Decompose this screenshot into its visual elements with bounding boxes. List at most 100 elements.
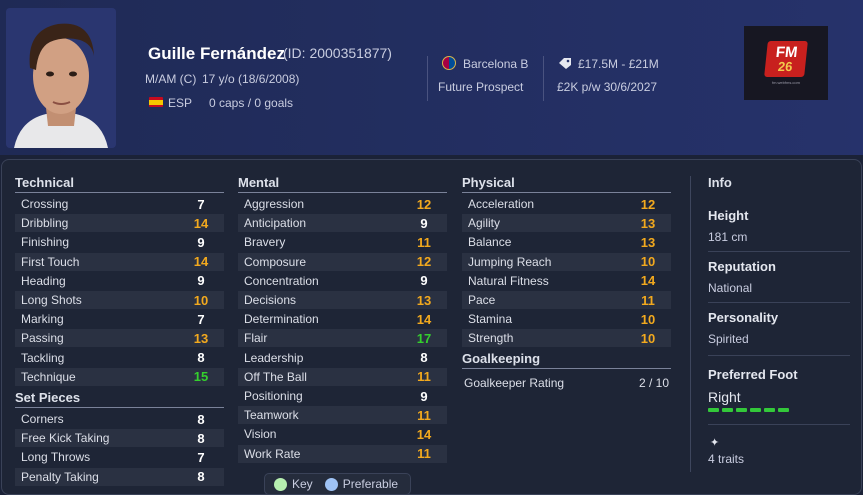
section-goalkeeping: Goalkeeping <box>462 351 541 366</box>
mental-attribute-row[interactable]: Flair 17 <box>238 329 447 348</box>
attribute-value: 8 <box>197 469 205 485</box>
mental-attribute-row[interactable]: Bravery 11 <box>238 233 447 251</box>
mental-attribute-row[interactable]: Leadership 8 <box>238 349 447 367</box>
attribute-name: Off The Ball <box>244 369 307 384</box>
attribute-value: 9 <box>420 215 428 231</box>
physical-attribute-row[interactable]: Natural Fitness 14 <box>462 272 671 290</box>
attribute-name: Long Shots <box>21 293 82 307</box>
set-pieces-attribute-row[interactable]: Long Throws 7 <box>15 448 224 466</box>
foot-strength-bar <box>708 408 789 412</box>
attribute-value: 11 <box>417 369 431 385</box>
attribute-value: 14 <box>640 273 656 289</box>
reputation-label: Reputation <box>708 259 776 274</box>
technical-attribute-row[interactable]: First Touch 14 <box>15 252 224 271</box>
attribute-value: 8 <box>197 430 205 446</box>
attribute-value: 9 <box>420 388 428 404</box>
attribute-name: Natural Fitness <box>468 273 549 288</box>
set-pieces-attribute-row[interactable]: Free Kick Taking 8 <box>15 429 224 448</box>
reputation-value: National <box>708 281 753 295</box>
attribute-name: Long Throws <box>21 450 91 465</box>
attribute-value: 7 <box>197 311 205 327</box>
attribute-name: First Touch <box>21 254 80 269</box>
physical-attribute-row[interactable]: Acceleration 12 <box>462 195 671 213</box>
info-divider <box>690 176 691 472</box>
mental-attribute-row[interactable]: Determination 14 <box>238 310 447 328</box>
traits-link[interactable]: 4 traits <box>708 452 744 466</box>
physical-attribute-row[interactable]: Balance 13 <box>462 233 671 251</box>
attribute-value: 14 <box>193 254 209 270</box>
attribute-value: 9 <box>197 234 205 250</box>
technical-attribute-row[interactable]: Marking 7 <box>15 310 224 328</box>
mental-attribute-row[interactable]: Work Rate 11 <box>238 444 447 463</box>
section-underline <box>238 192 447 193</box>
attribute-legend: Key Preferable <box>264 473 411 495</box>
attribute-name: Marking <box>21 312 64 327</box>
height-value: 181 cm <box>708 230 748 244</box>
section-underline <box>462 192 671 193</box>
attribute-name: Concentration <box>244 273 319 288</box>
physical-attribute-row[interactable]: Jumping Reach 10 <box>462 252 671 271</box>
logo-text: FM <box>774 43 799 61</box>
physical-attribute-row[interactable]: Pace 11 <box>462 291 671 309</box>
technical-attribute-row[interactable]: Finishing 9 <box>15 233 224 251</box>
fm26-logo: FM 26 fm.webfms.com <box>744 26 828 100</box>
logo-url: fm.webfms.com <box>771 80 800 85</box>
section-underline <box>15 192 224 193</box>
mental-attribute-row[interactable]: Vision 14 <box>238 425 447 443</box>
player-nationality[interactable]: ESP <box>168 96 192 110</box>
technical-attribute-row[interactable]: Technique 15 <box>15 367 224 386</box>
attribute-name: Pace <box>468 293 496 307</box>
section-set-pieces: Set Pieces <box>15 390 81 405</box>
header-divider <box>543 56 544 101</box>
preferred-foot-value: Right <box>708 389 741 405</box>
technical-attribute-row[interactable]: Dribbling 14 <box>15 214 224 233</box>
attribute-value: 10 <box>640 311 656 327</box>
attribute-name: Agility <box>468 216 501 231</box>
player-position: M/AM (C) <box>145 72 197 86</box>
attribute-value: 9 <box>197 273 205 289</box>
technical-attribute-row[interactable]: Tackling 8 <box>15 349 224 367</box>
technical-attribute-row[interactable]: Heading 9 <box>15 272 224 290</box>
mental-attribute-row[interactable]: Teamwork 11 <box>238 406 447 425</box>
attribute-value: 7 <box>197 196 205 212</box>
goalkeeper-rating-label: Goalkeeper Rating <box>464 376 565 390</box>
attribute-name: Flair <box>244 331 268 346</box>
key-dot-icon <box>274 477 287 491</box>
technical-attribute-row[interactable]: Passing 13 <box>15 329 224 348</box>
mental-attribute-row[interactable]: Positioning 9 <box>238 387 447 405</box>
physical-attribute-row[interactable]: Stamina 10 <box>462 310 671 328</box>
attribute-value: 11 <box>417 234 431 250</box>
attribute-value: 13 <box>416 292 432 308</box>
set-pieces-attribute-row[interactable]: Penalty Taking 8 <box>15 467 224 486</box>
player-caps-goals: 0 caps / 0 goals <box>209 96 294 110</box>
section-info: Info <box>708 175 732 190</box>
attribute-value: 13 <box>193 330 209 346</box>
attribute-value: 7 <box>197 449 205 465</box>
mental-attribute-row[interactable]: Decisions 13 <box>238 291 447 309</box>
club-name-link[interactable]: Barcelona B <box>463 57 528 71</box>
attribute-name: Bravery <box>244 235 286 250</box>
attribute-value: 14 <box>193 215 209 231</box>
physical-attribute-row[interactable]: Agility 13 <box>462 214 671 233</box>
technical-attribute-row[interactable]: Long Shots 10 <box>15 291 224 309</box>
info-separator <box>708 355 850 356</box>
logo-year: 26 <box>777 58 794 74</box>
physical-attribute-row[interactable]: Strength 10 <box>462 329 671 348</box>
price-tag-icon <box>559 58 571 69</box>
mental-attribute-row[interactable]: Off The Ball 11 <box>238 367 447 386</box>
mental-attribute-row[interactable]: Aggression 12 <box>238 195 447 213</box>
attribute-name: Tackling <box>21 350 65 365</box>
info-separator <box>708 302 850 303</box>
goalkeeper-rating-value: 2 / 10 <box>639 376 670 390</box>
attribute-name: Strength <box>468 331 514 346</box>
mental-attribute-row[interactable]: Anticipation 9 <box>238 214 447 233</box>
set-pieces-attribute-row[interactable]: Corners 8 <box>15 410 224 428</box>
preferred-foot-label: Preferred Foot <box>708 367 798 382</box>
attribute-value: 10 <box>640 330 656 346</box>
technical-attribute-row[interactable]: Crossing 7 <box>15 195 224 213</box>
attribute-name: Vision <box>244 427 277 442</box>
mental-attribute-row[interactable]: Concentration 9 <box>238 272 447 290</box>
mental-attribute-row[interactable]: Composure 12 <box>238 252 447 271</box>
attribute-name: Technique <box>21 369 76 384</box>
attribute-name: Stamina <box>468 312 513 327</box>
